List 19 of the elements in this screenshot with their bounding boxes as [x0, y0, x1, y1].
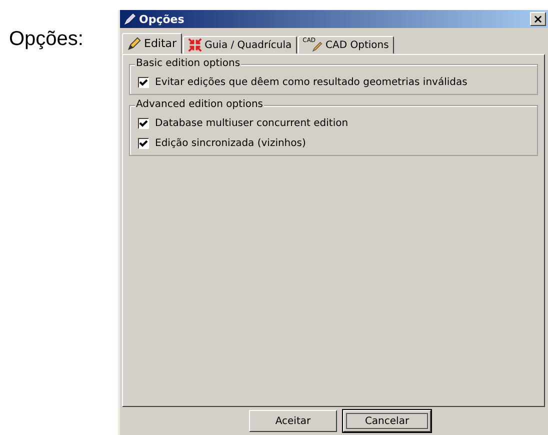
checkbox[interactable]	[138, 77, 149, 88]
tab[interactable]: Editar	[122, 33, 182, 54]
dialog-button[interactable]: Aceitar	[249, 410, 337, 432]
pencil-icon	[124, 13, 136, 25]
window-title: Opções	[139, 12, 186, 26]
caption: Opções:	[9, 28, 84, 52]
group-title: Advanced edition options	[135, 99, 264, 110]
option-label: Evitar edições que dêem como resultado geometrias inválidas	[155, 77, 468, 88]
checkbox[interactable]	[138, 118, 149, 129]
dialog-button[interactable]: Cancelar	[343, 410, 431, 432]
option-label: Edição sincronizada (vizinhos)	[155, 138, 306, 149]
checkbox[interactable]	[138, 138, 149, 149]
close-button[interactable]: ×	[530, 12, 546, 26]
pencil-icon	[127, 36, 141, 50]
pencil-icon	[312, 41, 323, 52]
group-title: Basic edition options	[135, 58, 242, 69]
arrows-icon	[188, 38, 202, 52]
tab[interactable]: Guia / Quadrícula	[182, 36, 297, 54]
option-label: Database multiuser concurrent edition	[155, 118, 348, 129]
